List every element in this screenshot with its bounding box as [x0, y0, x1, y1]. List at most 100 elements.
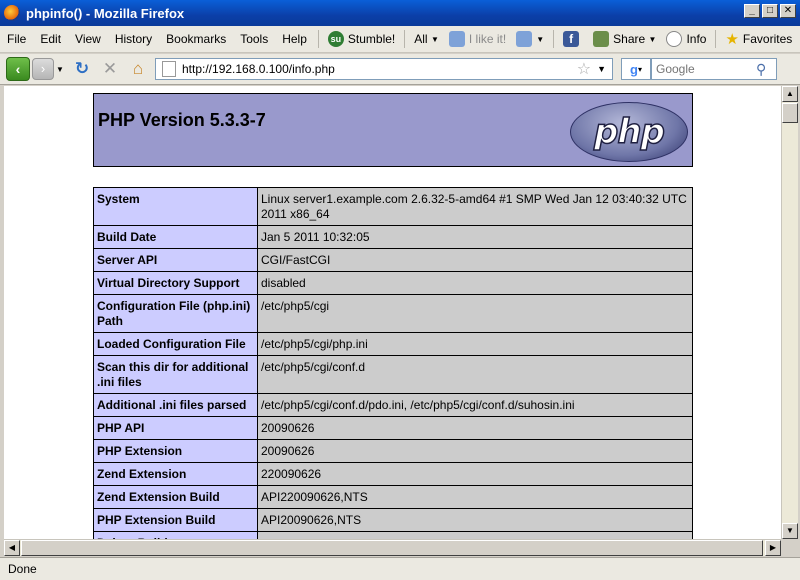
- row-label: Build Date: [93, 225, 258, 249]
- info-table: System Linux server1.example.com 2.6.32-5…: [93, 187, 693, 539]
- forward-button[interactable]: ›: [32, 58, 54, 80]
- menu-separator: [317, 30, 319, 48]
- status-bar: Done: [0, 557, 800, 580]
- table-row: Build Date Jan 5 2011 10:32:05: [93, 225, 693, 249]
- php-header: PHP Version 5.3.3-7 php: [93, 93, 693, 167]
- row-value: CGI/FastCGI: [257, 248, 693, 272]
- scroll-down-button[interactable]: ▼: [782, 523, 798, 539]
- facebook-icon: f: [563, 31, 580, 47]
- row-value: 20090626: [257, 439, 693, 463]
- search-icon[interactable]: ⚲: [756, 61, 766, 78]
- table-row: System Linux server1.example.com 2.6.32-5…: [93, 187, 693, 226]
- title-bar: phpinfo() - Mozilla Firefox _ □ ✕: [0, 0, 800, 26]
- maximize-button[interactable]: □: [762, 4, 778, 18]
- navigation-bar: ‹ › ▼ ↻ ✕ ⌂ http://192.168.0.100/info.ph…: [0, 54, 800, 85]
- ilike-label: I like it!: [468, 32, 507, 46]
- scroll-left-button[interactable]: ◀: [4, 540, 20, 556]
- table-row: Zend Extension 220090626: [93, 462, 693, 486]
- menu-help[interactable]: Help: [275, 32, 314, 46]
- horizontal-scroll-thumb[interactable]: [21, 540, 763, 556]
- facebook-button[interactable]: f: [558, 31, 588, 47]
- menu-tools[interactable]: Tools: [233, 32, 275, 46]
- ilike-button[interactable]: I like it!: [444, 31, 511, 47]
- search-box[interactable]: ⚲: [651, 58, 777, 80]
- table-row: PHP API 20090626: [93, 416, 693, 440]
- row-label: Loaded Configuration File: [93, 332, 258, 356]
- thumbs-down-icon: [516, 31, 533, 47]
- favorites-label: Favorites: [742, 32, 793, 46]
- chevron-down-icon[interactable]: ▼: [597, 64, 606, 74]
- share-button[interactable]: Share ▼: [588, 31, 661, 47]
- reload-icon[interactable]: ↻: [71, 58, 93, 80]
- vertical-scrollbar[interactable]: ▲ ▼: [781, 86, 798, 539]
- menu-file[interactable]: File: [0, 32, 33, 46]
- horizontal-scrollbar[interactable]: ◀ ▶: [4, 539, 781, 556]
- history-dropdown[interactable]: ▼: [55, 65, 65, 74]
- row-label: Debug Build: [93, 531, 258, 539]
- window-controls: _ □ ✕: [744, 4, 796, 18]
- page-title: PHP Version 5.3.3-7: [98, 110, 266, 130]
- minimize-button[interactable]: _: [744, 4, 760, 18]
- row-value: 20090626: [257, 416, 693, 440]
- menu-edit[interactable]: Edit: [33, 32, 68, 46]
- scroll-right-button[interactable]: ▶: [765, 540, 781, 556]
- row-value: disabled: [257, 271, 693, 295]
- dislike-button[interactable]: ▼: [511, 31, 549, 47]
- info-label: Info: [686, 32, 707, 46]
- vertical-scroll-thumb[interactable]: [782, 103, 798, 123]
- address-bar[interactable]: http://192.168.0.100/info.php ☆ ▼: [155, 58, 613, 80]
- google-engine-icon[interactable]: g ▾: [621, 58, 651, 80]
- search-input[interactable]: [652, 62, 756, 76]
- chevron-down-icon: ▼: [648, 34, 657, 44]
- menu-separator: [715, 30, 717, 48]
- table-row: Configuration File (php.ini) Path/etc/ph…: [93, 294, 693, 333]
- firefox-icon: [4, 5, 20, 21]
- stop-icon[interactable]: ✕: [99, 58, 121, 80]
- stumble-label: Stumble!: [347, 32, 396, 46]
- row-value: API20090626,NTS: [257, 508, 693, 532]
- share-icon: [593, 31, 610, 47]
- bookmark-star-icon[interactable]: ☆: [577, 59, 591, 79]
- row-label: Virtual Directory Support: [93, 271, 258, 295]
- menu-bookmarks[interactable]: Bookmarks: [159, 32, 233, 46]
- row-label: Scan this dir for additional .ini files: [93, 355, 258, 394]
- stumble-button[interactable]: su Stumble!: [323, 31, 400, 47]
- home-icon[interactable]: ⌂: [127, 58, 149, 80]
- close-button[interactable]: ✕: [780, 4, 796, 18]
- row-value: Jan 5 2011 10:32:05: [257, 225, 693, 249]
- speech-bubble-icon: [666, 31, 683, 47]
- row-label: Additional .ini files parsed: [93, 393, 258, 417]
- table-row: Server API CGI/FastCGI: [93, 248, 693, 272]
- info-button[interactable]: Info: [661, 31, 711, 47]
- back-button[interactable]: ‹: [6, 57, 30, 81]
- scrollbar-corner: [781, 539, 798, 556]
- table-row: PHP Extension 20090626: [93, 439, 693, 463]
- table-row: Scan this dir for additional .ini files /…: [93, 355, 693, 394]
- scroll-up-button[interactable]: ▲: [782, 86, 798, 102]
- stumbleupon-icon: su: [327, 31, 344, 47]
- favorites-button[interactable]: ★ Favorites: [720, 30, 797, 48]
- star-icon: ★: [725, 31, 739, 48]
- status-text: Done: [8, 562, 37, 576]
- row-label: PHP API: [93, 416, 258, 440]
- page-viewport: PHP Version 5.3.3-7 php System Linux serv…: [4, 86, 781, 539]
- row-value: no: [257, 531, 693, 539]
- menu-view[interactable]: View: [68, 32, 108, 46]
- window-title: phpinfo() - Mozilla Firefox: [26, 5, 185, 21]
- table-row: PHP Extension Build API20090626,NTS: [93, 508, 693, 532]
- thumbs-up-icon: [448, 31, 465, 47]
- php-logo[interactable]: php: [570, 102, 688, 162]
- row-value: API220090626,NTS: [257, 485, 693, 509]
- php-logo-text: php: [593, 111, 665, 153]
- row-label: Zend Extension: [93, 462, 258, 486]
- page-icon: [162, 61, 176, 77]
- row-value: Linux server1.example.com 2.6.32-5-amd64…: [257, 187, 693, 226]
- menu-history[interactable]: History: [108, 32, 159, 46]
- row-label: Server API: [93, 248, 258, 272]
- row-value: /etc/php5/cgi/conf.d/pdo.ini, /etc/php5/…: [257, 393, 693, 417]
- row-label: PHP Extension: [93, 439, 258, 463]
- row-label: PHP Extension Build: [93, 508, 258, 532]
- all-dropdown[interactable]: All ▼: [409, 32, 444, 46]
- table-row: Virtual Directory Support disabled: [93, 271, 693, 295]
- chevron-down-icon: ▼: [536, 34, 545, 44]
